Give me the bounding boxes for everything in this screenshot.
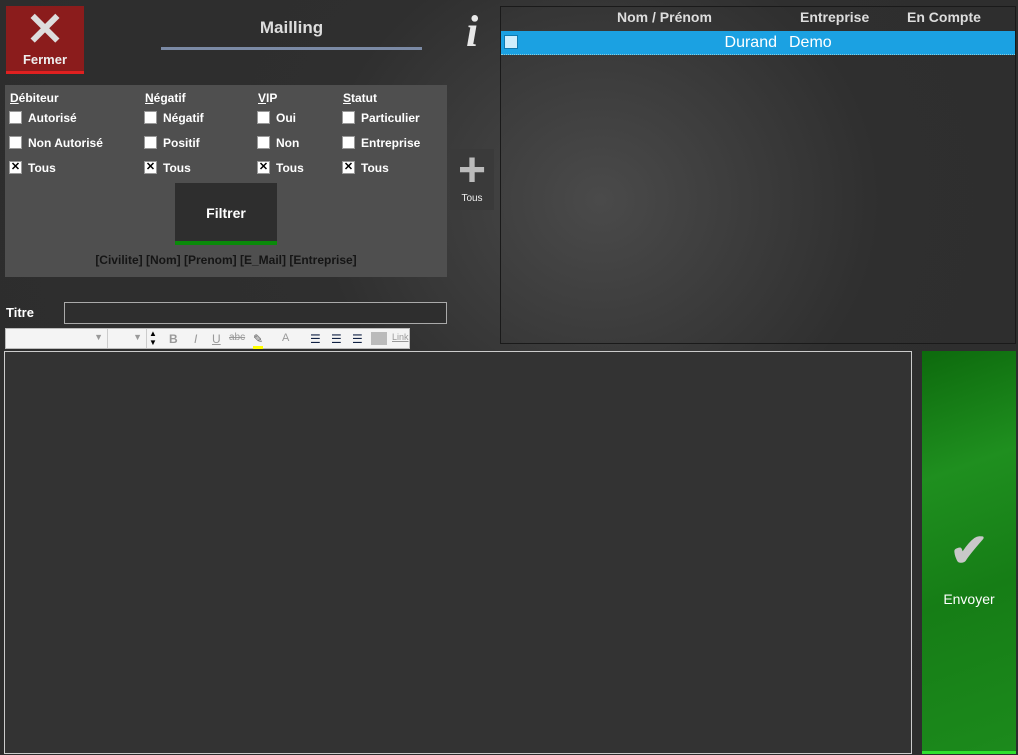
link-button[interactable]: Link xyxy=(392,332,409,342)
page-title: Mailling xyxy=(259,18,324,37)
checkbox[interactable] xyxy=(257,111,270,125)
checkbox[interactable]: ✕ xyxy=(9,161,22,175)
filter-checkbox[interactable]: Positif xyxy=(144,135,200,150)
filter-group-title: Négatif xyxy=(145,91,186,105)
align-right-icon[interactable]: ☰ xyxy=(352,332,363,346)
checkbox[interactable] xyxy=(342,136,355,150)
filter-group-title: Débiteur xyxy=(10,91,59,105)
size-stepper[interactable]: ▲ ▼ xyxy=(149,329,157,347)
checkbox[interactable]: ✕ xyxy=(342,161,355,175)
merge-fields-text: [Civilite] [Nom] [Prenom] [E_Mail] [Entr… xyxy=(95,253,357,267)
align-left-icon[interactable]: ☰ xyxy=(310,332,321,346)
bold-button[interactable]: B xyxy=(169,332,178,346)
checkbox[interactable] xyxy=(9,136,22,150)
table-row[interactable]: Durand Demo xyxy=(501,31,1015,55)
filter-button[interactable]: Filtrer xyxy=(175,183,277,245)
titre-label: Titre xyxy=(6,305,34,320)
strikethrough-button[interactable]: abc xyxy=(229,332,245,343)
font-family-select[interactable]: ▼ xyxy=(6,329,108,348)
checkbox[interactable] xyxy=(144,136,157,150)
cell-entreprise: Demo xyxy=(789,34,832,51)
filter-checkbox[interactable]: Oui xyxy=(257,110,296,125)
filter-checkbox[interactable]: Non Autorisé xyxy=(9,135,103,150)
filter-checkbox[interactable]: Particulier xyxy=(342,110,420,125)
checkbox[interactable] xyxy=(257,136,270,150)
checkbox[interactable] xyxy=(342,111,355,125)
plus-icon: + xyxy=(457,144,487,197)
font-color-button[interactable]: A xyxy=(282,332,289,344)
italic-button[interactable]: I xyxy=(194,332,197,346)
column-header-entreprise[interactable]: Entreprise xyxy=(800,9,869,25)
column-header-nom[interactable]: Nom / Prénom xyxy=(617,9,712,25)
close-icon: ✕ xyxy=(25,3,65,55)
underline-button[interactable]: U xyxy=(212,332,221,346)
cell-nom: Durand xyxy=(724,34,777,51)
column-header-en-compte[interactable]: En Compte xyxy=(907,9,981,25)
filter-checkbox[interactable]: ✕ Tous xyxy=(9,160,56,175)
highlight-icon[interactable]: ✎ xyxy=(253,332,264,349)
font-size-select[interactable]: ▼ xyxy=(109,329,147,348)
close-button[interactable]: ✕ Fermer xyxy=(6,6,84,74)
checkbox[interactable] xyxy=(144,111,157,125)
filter-group-title: VIP xyxy=(258,91,278,105)
checkbox[interactable] xyxy=(9,111,22,125)
row-checkbox[interactable] xyxy=(504,35,518,49)
filter-checkbox[interactable]: ✕ Tous xyxy=(342,160,389,175)
filter-checkbox[interactable]: Autorisé xyxy=(9,110,77,125)
filter-checkbox[interactable]: Non xyxy=(257,135,299,150)
add-all-button[interactable]: + Tous xyxy=(450,144,494,210)
filter-checkbox[interactable]: Négatif xyxy=(144,110,204,125)
align-center-icon[interactable]: ☰ xyxy=(331,332,342,346)
filter-checkbox[interactable]: ✕ Tous xyxy=(257,160,304,175)
info-icon[interactable]: i xyxy=(466,6,478,57)
message-editor[interactable] xyxy=(4,351,912,754)
send-button[interactable]: ✔ Envoyer xyxy=(922,351,1016,754)
contacts-grid: Nom / Prénom Entreprise En Compte Durand… xyxy=(500,6,1016,344)
filter-checkbox[interactable]: ✕ Tous xyxy=(144,160,191,175)
grid-header: Nom / Prénom Entreprise En Compte xyxy=(501,7,1015,31)
editor-toolbar: ▼ ▼ ▲ ▼ B I U abc ✎ A ☰ ☰ ☰ Link xyxy=(5,328,410,349)
image-icon[interactable] xyxy=(371,332,387,345)
title-underline xyxy=(161,47,422,50)
titre-input[interactable] xyxy=(64,302,447,324)
checkbox[interactable]: ✕ xyxy=(144,161,157,175)
filter-checkbox[interactable]: Entreprise xyxy=(342,135,420,150)
filter-panel: Débiteur Autorisé Non Autorisé ✕ Tous Négatif… xyxy=(5,85,447,277)
checkbox[interactable]: ✕ xyxy=(257,161,270,175)
filter-group-title: Statut xyxy=(343,91,378,105)
checkmark-icon: ✔ xyxy=(949,524,989,576)
